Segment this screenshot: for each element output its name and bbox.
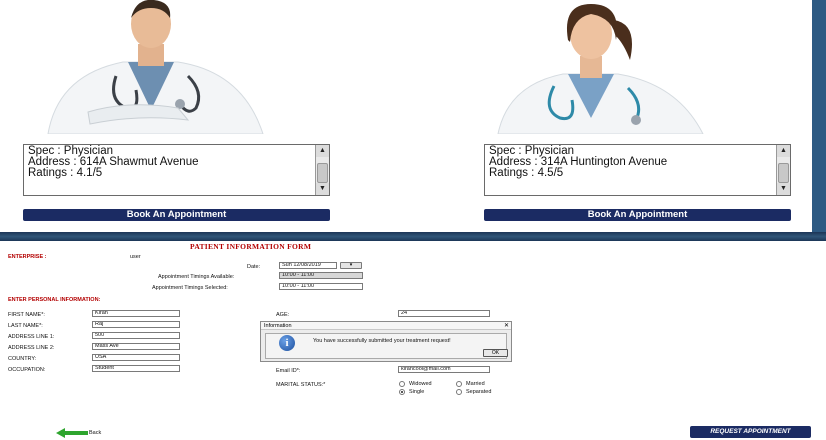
doctor-photo-male: [28, 0, 268, 134]
timings-available-label: Appointment Timings Available:: [158, 274, 235, 280]
first-name-input[interactable]: Kiran: [92, 310, 180, 317]
scroll-thumb[interactable]: [778, 163, 789, 183]
right-stripe: [812, 0, 826, 232]
enterprise-value: user: [130, 254, 141, 260]
last-name-input[interactable]: Raj: [92, 321, 180, 328]
date-field[interactable]: Sun 12/08/2019: [279, 262, 337, 269]
marital-status-label: MARITAL STATUS:*: [276, 382, 326, 388]
radio-separated[interactable]: [456, 389, 462, 395]
email-label: Email ID*:: [276, 368, 301, 374]
date-picker-button[interactable]: ▾: [340, 262, 362, 269]
scroll-down-icon[interactable]: ▼: [777, 183, 790, 195]
back-arrow-icon: [56, 428, 88, 438]
radio-widowed[interactable]: [399, 381, 405, 387]
radio-single[interactable]: [399, 389, 405, 395]
info-scrollbar[interactable]: ▲ ▼: [776, 145, 790, 195]
occupation-label: OCCUPATION:: [8, 367, 46, 373]
radio-married[interactable]: [456, 381, 462, 387]
country-input[interactable]: USA: [92, 354, 180, 361]
request-appointment-button[interactable]: REQUEST APPOINTMENT: [690, 426, 811, 438]
info-scrollbar[interactable]: ▲ ▼: [315, 145, 329, 195]
section-divider-band: [0, 232, 826, 241]
address2-label: ADDRESS LINE 2:: [8, 345, 55, 351]
address1-input[interactable]: 500: [92, 332, 180, 339]
first-name-label: FIRST NAME*:: [8, 312, 45, 318]
age-label: AGE:: [276, 312, 290, 318]
date-label: Date:: [247, 264, 261, 270]
scroll-thumb[interactable]: [317, 163, 328, 183]
form-title: PATIENT INFORMATION FORM: [190, 242, 312, 251]
information-dialog: Information ✕ i You have successfully su…: [260, 321, 512, 362]
occupation-input[interactable]: Student: [92, 365, 180, 372]
radio-widowed-label: Widowed: [409, 381, 432, 387]
country-label: COUNTRY:: [8, 356, 37, 362]
doctor-rating: Ratings : 4.5/5: [489, 167, 564, 179]
close-icon[interactable]: ✕: [504, 322, 509, 330]
timings-selected-field[interactable]: 10:00 - 11:00: [279, 283, 363, 290]
timings-selected-label: Appointment Timings Selected:: [152, 285, 228, 291]
enterprise-label: ENTERPRISE :: [8, 254, 47, 260]
doctor-info-textarea[interactable]: Spec : Physician Address : 314A Huntingt…: [484, 144, 791, 196]
email-input[interactable]: kirancool@mail.com: [398, 366, 490, 373]
radio-married-label: Married: [466, 381, 485, 387]
dialog-title: Information: [261, 322, 511, 330]
doctor-info-textarea[interactable]: Spec : Physician Address : 614A Shawmut …: [23, 144, 330, 196]
personal-info-header: ENTER PERSONAL INFORMATION:: [8, 297, 101, 303]
radio-separated-label: Separated: [466, 389, 492, 395]
last-name-label: LAST NAME*:: [8, 323, 43, 329]
address1-label: ADDRESS LINE 1:: [8, 334, 55, 340]
doctor-photo-female: [488, 0, 728, 134]
dialog-body: [265, 333, 507, 359]
ok-button[interactable]: OK: [483, 349, 508, 357]
timings-available-select[interactable]: 10:00 - 11:00: [279, 272, 363, 279]
scroll-down-icon[interactable]: ▼: [316, 183, 329, 195]
radio-single-label: Single: [409, 389, 425, 395]
info-icon: i: [279, 335, 295, 351]
dialog-message: You have successfully submitted your tre…: [313, 338, 451, 344]
book-appointment-button[interactable]: Book An Appointment: [484, 209, 791, 221]
back-label: Back: [89, 430, 102, 436]
address2-input[interactable]: Mass Ave: [92, 343, 180, 350]
doctor-rating: Ratings : 4.1/5: [28, 167, 103, 179]
age-input[interactable]: 24: [398, 310, 490, 317]
scroll-up-icon[interactable]: ▲: [777, 145, 790, 157]
book-appointment-button[interactable]: Book An Appointment: [23, 209, 330, 221]
scroll-up-icon[interactable]: ▲: [316, 145, 329, 157]
